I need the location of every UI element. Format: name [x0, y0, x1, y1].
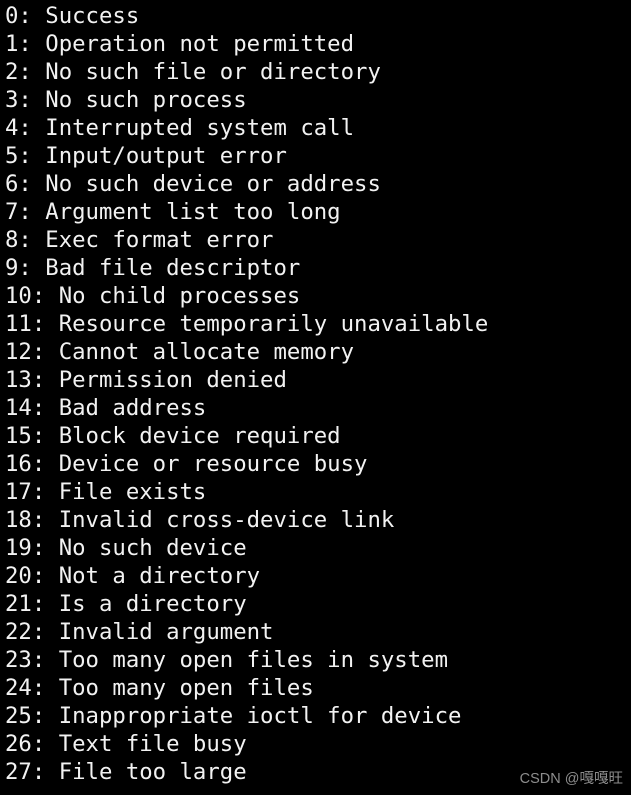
terminal-line: 20: Not a directory [5, 563, 261, 589]
terminal-line: 10: No child processes [5, 283, 301, 309]
terminal-line: 23: Too many open files in system [5, 647, 448, 673]
terminal-line: 14: Bad address [5, 395, 207, 421]
terminal-line: 8: Exec format error [5, 227, 274, 253]
terminal-line: 5: Input/output error [5, 143, 287, 169]
terminal-output-pane[interactable]: 0: Success 1: Operation not permitted 2: N… [0, 0, 631, 795]
terminal-line: 1: Operation not permitted [5, 31, 355, 57]
terminal-line: 2: No such file or directory [5, 59, 381, 85]
terminal-line: 7: Argument list too long [5, 199, 341, 225]
terminal-line: 19: No such device [5, 535, 247, 561]
terminal-line: 9: Bad file descriptor [5, 255, 301, 281]
terminal-line: 3: No such process [5, 87, 247, 113]
terminal-line: 16: Device or resource busy [5, 451, 368, 477]
terminal-line-list: 0: Success 1: Operation not permitted 2: N… [5, 2, 631, 786]
terminal-line: 21: Is a directory [5, 591, 247, 617]
terminal-line: 15: Block device required [5, 423, 341, 449]
terminal-line: 25: Inappropriate ioctl for device [5, 703, 462, 729]
terminal-line: 4: Interrupted system call [5, 115, 355, 141]
terminal-line: 13: Permission denied [5, 367, 287, 393]
csdn-watermark: CSDN @嘎嘎旺 [519, 771, 623, 787]
terminal-line: 11: Resource temporarily unavailable [5, 311, 489, 337]
terminal-line: 17: File exists [5, 479, 207, 505]
terminal-line: 6: No such device or address [5, 171, 381, 197]
terminal-line: 18: Invalid cross-device link [5, 507, 395, 533]
terminal-line: 24: Too many open files [5, 675, 314, 701]
terminal-line: 12: Cannot allocate memory [5, 339, 355, 365]
terminal-line: 0: Success [5, 3, 140, 29]
terminal-line: 22: Invalid argument [5, 619, 274, 645]
terminal-line: 26: Text file busy [5, 731, 247, 757]
